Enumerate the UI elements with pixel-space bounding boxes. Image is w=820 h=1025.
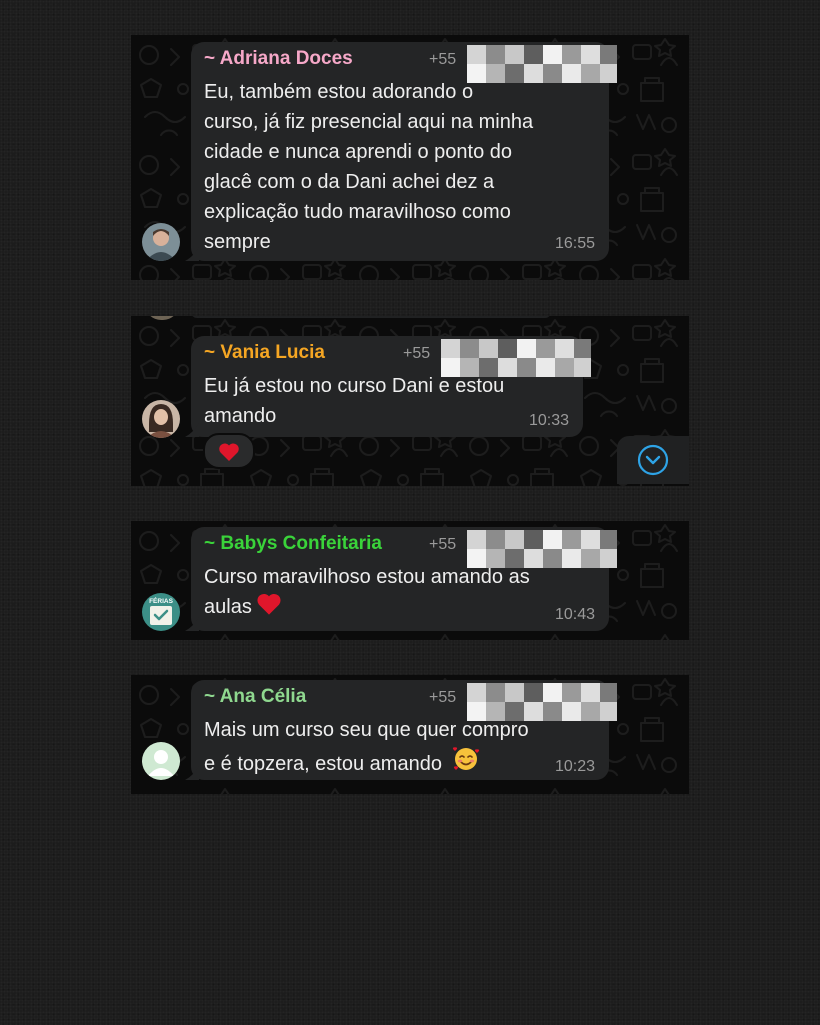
- bubble-tail: [185, 617, 199, 631]
- chat-panel-2: ~ Vania Lucia +55 Eu já estou no curso D…: [131, 316, 689, 486]
- message-text: Curso maravilhoso estou amando as aulas: [204, 566, 530, 618]
- message-time: 16:55: [554, 235, 595, 252]
- bubble-tail: [185, 247, 199, 261]
- sender-phone: +55: [429, 689, 457, 706]
- bubble-tail: [185, 766, 199, 780]
- heart-emoji-icon: [219, 443, 239, 461]
- avatar: [145, 316, 179, 320]
- message-time: 10:43: [554, 606, 595, 623]
- sender-name[interactable]: ~ Babys Confeitaria: [204, 533, 382, 555]
- bubble-tail: [185, 423, 199, 437]
- message-time: 10:33: [528, 412, 569, 429]
- message-text: Eu, também estou adorando o curso, já fi…: [204, 81, 534, 253]
- message-body: Mais um curso seu que quer compro e é to…: [204, 715, 529, 779]
- chevron-down-circle-icon: [637, 444, 669, 476]
- avatar[interactable]: [142, 223, 180, 261]
- chat-panel-4: ~ Ana Célia +55 Mais um curso seu que qu…: [131, 675, 689, 794]
- default-avatar-icon: [142, 742, 180, 780]
- sender-phone: +55: [403, 345, 431, 362]
- message-bubble: [191, 316, 551, 318]
- scroll-to-bottom-button[interactable]: [617, 436, 689, 484]
- vacation-calendar-icon: FÉRIAS: [142, 593, 180, 631]
- reaction-badge[interactable]: [203, 433, 255, 469]
- sender-phone: +55: [429, 536, 457, 553]
- message-bubble[interactable]: ~ Ana Célia +55 Mais um curso seu que qu…: [185, 680, 617, 780]
- chat-panel-3: FÉRIAS ~ Babys Confeitaria +55 Curso mar…: [131, 521, 689, 640]
- avatar[interactable]: FÉRIAS: [142, 593, 180, 631]
- sender-name[interactable]: ~ Vania Lucia: [204, 342, 325, 364]
- person-photo-icon: [142, 223, 180, 261]
- message-bubble[interactable]: ~ Vania Lucia +55 Eu já estou no curso D…: [185, 336, 591, 437]
- message-text: Eu já estou no curso Dani e estou amando: [204, 375, 505, 427]
- sender-phone: +55: [429, 51, 457, 68]
- avatar-label: FÉRIAS: [149, 596, 174, 605]
- message-bubble[interactable]: ~ Adriana Doces +55 Eu, também estou ado…: [185, 42, 617, 261]
- heart-emoji-icon: [257, 593, 281, 615]
- chat-panel-1: ~ Adriana Doces +55 Eu, também estou ado…: [131, 35, 689, 280]
- message-text: Mais um curso seu que quer compro e é to…: [204, 719, 529, 775]
- message-time: 10:23: [554, 758, 595, 775]
- sender-name[interactable]: ~ Ana Célia: [204, 686, 306, 708]
- message-bubble[interactable]: ~ Babys Confeitaria +55 Curso maravilhos…: [185, 527, 617, 631]
- avatar[interactable]: [142, 400, 180, 438]
- message-body: Curso maravilhoso estou amando as aulas: [204, 562, 530, 622]
- avatar[interactable]: [142, 742, 180, 780]
- sender-name[interactable]: ~ Adriana Doces: [204, 48, 353, 70]
- smiling-face-with-hearts-icon: [452, 747, 479, 770]
- person-photo-icon: [142, 400, 180, 438]
